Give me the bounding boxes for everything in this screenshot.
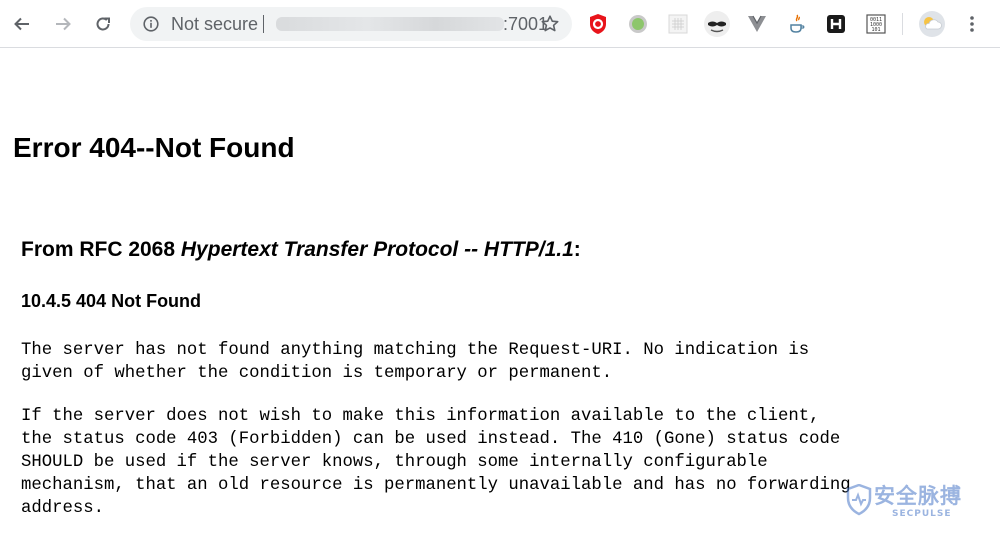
rfc-suffix: : <box>573 238 581 261</box>
back-button[interactable] <box>8 10 36 38</box>
alternative-paragraph: If the server does not wish to make this… <box>21 407 851 518</box>
h-extension-icon[interactable] <box>824 12 848 36</box>
error-heading: Error 404--Not Found <box>13 132 295 163</box>
incognito-mask-extension-icon[interactable] <box>703 10 731 38</box>
info-icon[interactable] <box>143 16 159 32</box>
rfc-prefix: From RFC 2068 <box>21 238 181 261</box>
shield-logo-icon <box>846 484 872 516</box>
watermark: 安全脉搏 SECPULSE <box>846 478 986 528</box>
grid-extension-icon[interactable] <box>666 12 690 36</box>
java-extension-icon[interactable] <box>785 12 809 36</box>
arrow-left-icon <box>14 17 29 31</box>
watermark-subtext: SECPULSE <box>892 509 952 519</box>
weather-extension-icon[interactable] <box>918 10 946 38</box>
address-bar[interactable]: Not secure :7001 <box>130 7 572 41</box>
address-separator <box>263 15 264 33</box>
security-status-label[interactable]: Not secure <box>171 14 258 34</box>
section-heading: 10.4.5 404 Not Found <box>21 291 202 311</box>
green-circle-extension-icon[interactable] <box>626 12 650 36</box>
redacted-host <box>276 17 504 31</box>
reload-button[interactable] <box>89 10 117 38</box>
rfc-title: Hypertext Transfer Protocol -- HTTP/1.1 <box>180 238 574 261</box>
forward-button[interactable] <box>49 10 77 38</box>
rfc-heading: From RFC 2068 Hypertext Transfer Protoco… <box>21 238 581 262</box>
svg-text:101: 101 <box>871 27 880 33</box>
menu-button[interactable] <box>958 10 986 38</box>
ublock-icon[interactable] <box>586 12 610 36</box>
browser-toolbar: Not secure :7001 0011 1000 101 <box>0 0 1000 48</box>
page-content: Error 404--Not Found From RFC 2068 Hyper… <box>0 48 1000 538</box>
vue-devtools-icon[interactable] <box>745 12 769 36</box>
kebab-menu-icon <box>970 16 974 32</box>
reload-icon <box>96 17 110 31</box>
binary-extension-icon[interactable]: 0011 1000 101 <box>864 12 888 36</box>
watermark-text: 安全脉搏 <box>874 484 962 508</box>
description-paragraph: The server has not found anything matchi… <box>21 341 810 383</box>
arrow-right-icon <box>56 17 71 31</box>
bookmark-star-icon[interactable] <box>540 14 560 34</box>
toolbar-divider <box>902 13 903 35</box>
